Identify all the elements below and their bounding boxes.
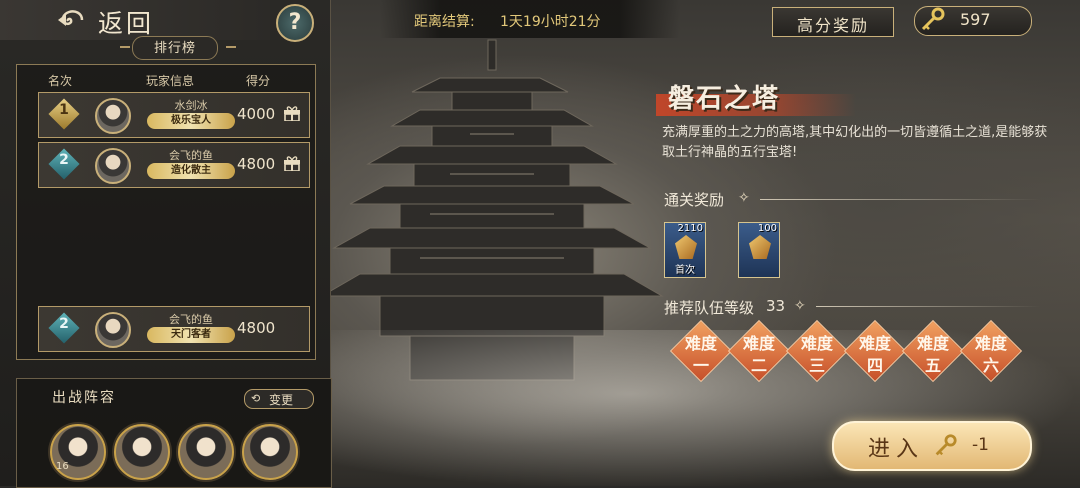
change-lineup-label: 变更 xyxy=(269,393,294,407)
difficulty-level: 一 xyxy=(692,356,709,375)
rank-number: 2 xyxy=(59,152,69,168)
player-score: 4800 xyxy=(237,319,276,337)
first-clear-tag: 首次 xyxy=(675,265,695,276)
countdown-value: 1天19小时21分 xyxy=(500,14,601,30)
high-score-reward-label: 高分奖励 xyxy=(796,16,869,35)
earth-crystal-icon xyxy=(675,235,697,259)
tower-description: 充满厚重的土之力的高塔,其中幻化出的一切皆遵循土之道,是能够获取土行神晶的五行宝… xyxy=(662,125,1048,160)
difficulty-label: 难度 xyxy=(742,334,775,353)
ranking-row[interactable]: 1 水剑冰 极乐宝人 4000 xyxy=(38,92,310,138)
player-name: 会飞的鱼 xyxy=(169,313,213,326)
player-name: 会飞的鱼 xyxy=(169,149,213,162)
ranking-title: 排行榜 xyxy=(153,41,196,56)
section-divider xyxy=(816,306,1040,307)
key-icon xyxy=(935,434,957,456)
player-score: 4800 xyxy=(237,155,276,173)
difficulty-label: 难度 xyxy=(974,334,1007,353)
player-title-badge: 天门客者 xyxy=(147,327,235,343)
difficulty-button-2[interactable]: 难度 二 xyxy=(729,321,789,381)
refresh-icon: ⟲ xyxy=(251,392,261,405)
recommended-level-label: 推荐队伍等级 xyxy=(664,299,755,317)
column-score: 得分 xyxy=(246,74,271,88)
difficulty-button-4[interactable]: 难度 四 xyxy=(845,321,905,381)
difficulty-label: 难度 xyxy=(684,334,717,353)
rank-title-decoration-right xyxy=(226,46,236,48)
player-title-badge: 极乐宝人 xyxy=(147,113,235,129)
section-divider xyxy=(760,199,1040,200)
column-player-info: 玩家信息 xyxy=(146,74,195,88)
difficulty-level: 三 xyxy=(808,356,825,375)
reward-item[interactable]: 100 xyxy=(738,222,780,278)
back-cloud-icon xyxy=(58,10,84,26)
enter-button[interactable]: 进入 -1 xyxy=(832,421,1032,471)
lineup-title: 出战阵容 xyxy=(52,390,116,406)
difficulty-level: 五 xyxy=(924,356,941,375)
difficulty-label: 难度 xyxy=(858,334,891,353)
difficulty-level: 六 xyxy=(982,356,999,375)
reward-quantity: 100 xyxy=(757,223,777,234)
ranking-row[interactable]: 2 会飞的鱼 造化散主 4800 xyxy=(38,142,310,188)
recommended-level-value: 33 xyxy=(766,297,786,315)
key-icon xyxy=(921,7,945,31)
rank-number: 2 xyxy=(59,316,69,332)
earth-crystal-icon xyxy=(749,235,771,259)
star-icon: ✧ xyxy=(738,190,750,206)
difficulty-button-3[interactable]: 难度 三 xyxy=(787,321,847,381)
key-count: 597 xyxy=(960,10,991,29)
difficulty-button-6[interactable]: 难度 六 xyxy=(961,321,1021,381)
column-rank: 名次 xyxy=(48,74,73,88)
high-score-reward-button[interactable]: 高分奖励 xyxy=(772,7,894,37)
gift-icon[interactable] xyxy=(283,105,301,121)
rewards-title: 通关奖励 xyxy=(664,191,725,209)
tower-name: 磐石之塔 xyxy=(668,84,781,114)
enter-label: 进入 xyxy=(868,437,925,462)
difficulty-label: 难度 xyxy=(800,334,833,353)
difficulty-button-1[interactable]: 难度 一 xyxy=(671,321,731,381)
avatar[interactable] xyxy=(95,98,131,134)
reward-quantity: 2110 xyxy=(677,223,703,234)
ranking-title-badge: 排行榜 xyxy=(132,36,218,60)
star-icon: ✧ xyxy=(794,298,806,314)
difficulty-label: 难度 xyxy=(916,334,949,353)
player-score: 4000 xyxy=(237,105,276,123)
difficulty-button-5[interactable]: 难度 五 xyxy=(903,321,963,381)
hero-portrait[interactable] xyxy=(242,424,298,480)
rank-title-decoration-left xyxy=(120,46,130,48)
back-button[interactable]: 返回 xyxy=(0,0,270,40)
change-lineup-button[interactable]: ⟲ 变更 xyxy=(244,389,314,409)
hero-level: 16 xyxy=(56,461,69,472)
avatar[interactable] xyxy=(95,312,131,348)
avatar[interactable] xyxy=(95,148,131,184)
back-label: 返回 xyxy=(98,9,155,38)
rank-number: 1 xyxy=(59,102,69,118)
countdown-label: 距离结算: xyxy=(414,14,475,30)
hero-portrait[interactable] xyxy=(178,424,234,480)
reward-item[interactable]: 2110 首次 xyxy=(664,222,706,278)
difficulty-level: 二 xyxy=(750,356,767,375)
help-button[interactable]: ? xyxy=(276,4,314,42)
player-title-badge: 造化散主 xyxy=(147,163,235,179)
hero-portrait[interactable] xyxy=(114,424,170,480)
enter-cost: -1 xyxy=(972,435,989,455)
difficulty-level: 四 xyxy=(866,356,883,375)
gift-icon[interactable] xyxy=(283,155,301,171)
self-ranking-row[interactable]: 2 会飞的鱼 天门客者 4800 xyxy=(38,306,310,352)
player-name: 水剑冰 xyxy=(174,99,208,112)
